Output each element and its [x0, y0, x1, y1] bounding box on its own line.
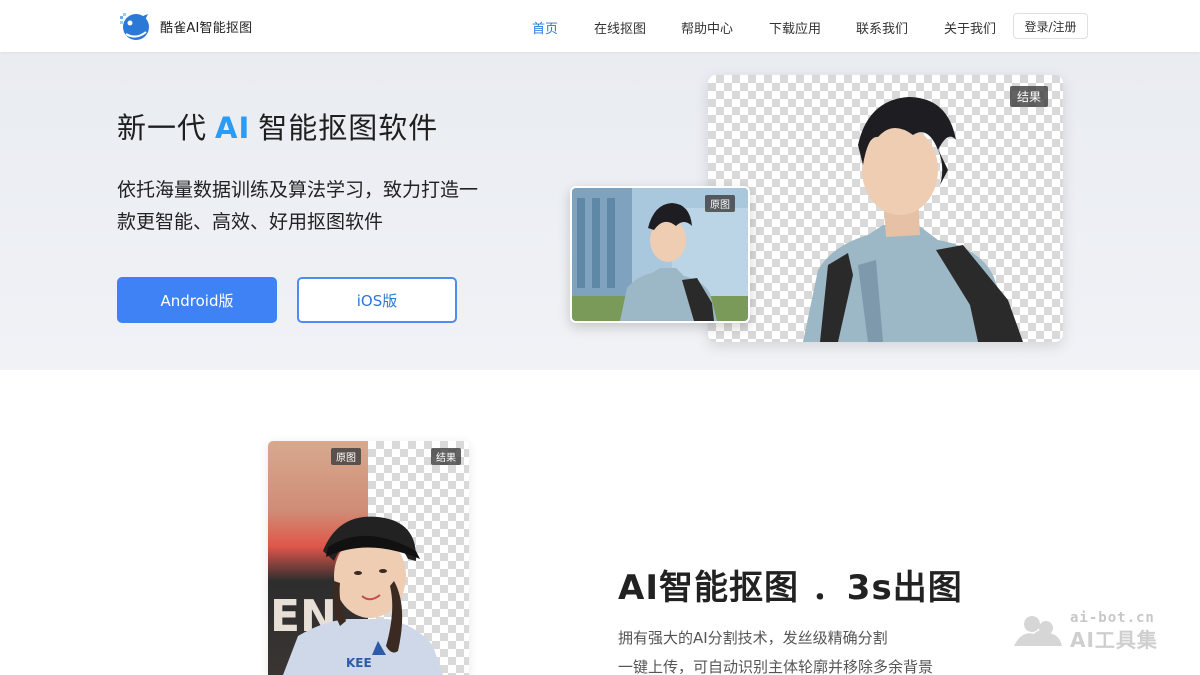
original-tag: 原图 — [705, 195, 735, 212]
feature-shirt-text: KEE — [346, 656, 372, 670]
hero-title-ai: AI — [215, 111, 251, 145]
watermark-logo-icon — [1014, 616, 1062, 646]
android-download-button[interactable]: Android版 — [117, 277, 277, 323]
feature-original-tag: 原图 — [331, 448, 361, 465]
brand-name[interactable]: 酷雀AI智能抠图 — [160, 17, 252, 36]
watermark-name: AI工具集 — [1070, 628, 1158, 652]
nav-download-app[interactable]: 下载应用 — [769, 18, 821, 37]
ios-download-button[interactable]: iOS版 — [297, 277, 457, 323]
login-register-button[interactable]: 登录/注册 — [1013, 13, 1088, 39]
feature-comparison-image: EN KEE 原图 结果 — [268, 441, 469, 675]
hero-title-prefix: 新一代 — [117, 111, 208, 145]
nav-contact-us[interactable]: 联系我们 — [856, 18, 908, 37]
hero-result-image: 结果 — [708, 75, 1063, 342]
feature-result-tag: 结果 — [431, 448, 461, 465]
hero-description: 依托海量数据训练及算法学习，致力打造一 款更智能、高效、好用抠图软件 — [117, 174, 497, 238]
hero-title-suffix: 智能抠图软件 — [258, 111, 439, 145]
hero-desc-line1: 依托海量数据训练及算法学习，致力打造一 — [117, 179, 479, 201]
nav-home[interactable]: 首页 — [532, 18, 558, 37]
hero-person-cutout — [803, 97, 1023, 342]
feature-line-2: 一键上传，可自动识别主体轮廓并移除多余背景 — [618, 658, 934, 675]
feature-line-1: 拥有强大的AI分割技术，发丝级精确分割 — [618, 629, 888, 647]
hero-title: 新一代 AI 智能抠图软件 — [117, 105, 438, 147]
feature-person-cutout: EN KEE — [270, 516, 443, 675]
top-navbar: 酷雀AI智能抠图 首页 在线抠图 帮助中心 下载应用 联系我们 关于我们 登录/… — [0, 0, 1200, 52]
feature-title: AI智能抠图 ．3s出图 — [618, 568, 963, 608]
nav-online-cutout[interactable]: 在线抠图 — [594, 18, 646, 37]
nav-help-center[interactable]: 帮助中心 — [681, 18, 733, 37]
hero-original-image: 原图 — [570, 186, 750, 323]
watermark: ai-bot.cn AI工具集 — [1012, 610, 1172, 652]
result-tag: 结果 — [1010, 86, 1049, 107]
logo-icon[interactable] — [118, 10, 152, 42]
hero-desc-line2: 款更智能、高效、好用抠图软件 — [117, 211, 384, 233]
nav-about-us[interactable]: 关于我们 — [944, 18, 996, 37]
